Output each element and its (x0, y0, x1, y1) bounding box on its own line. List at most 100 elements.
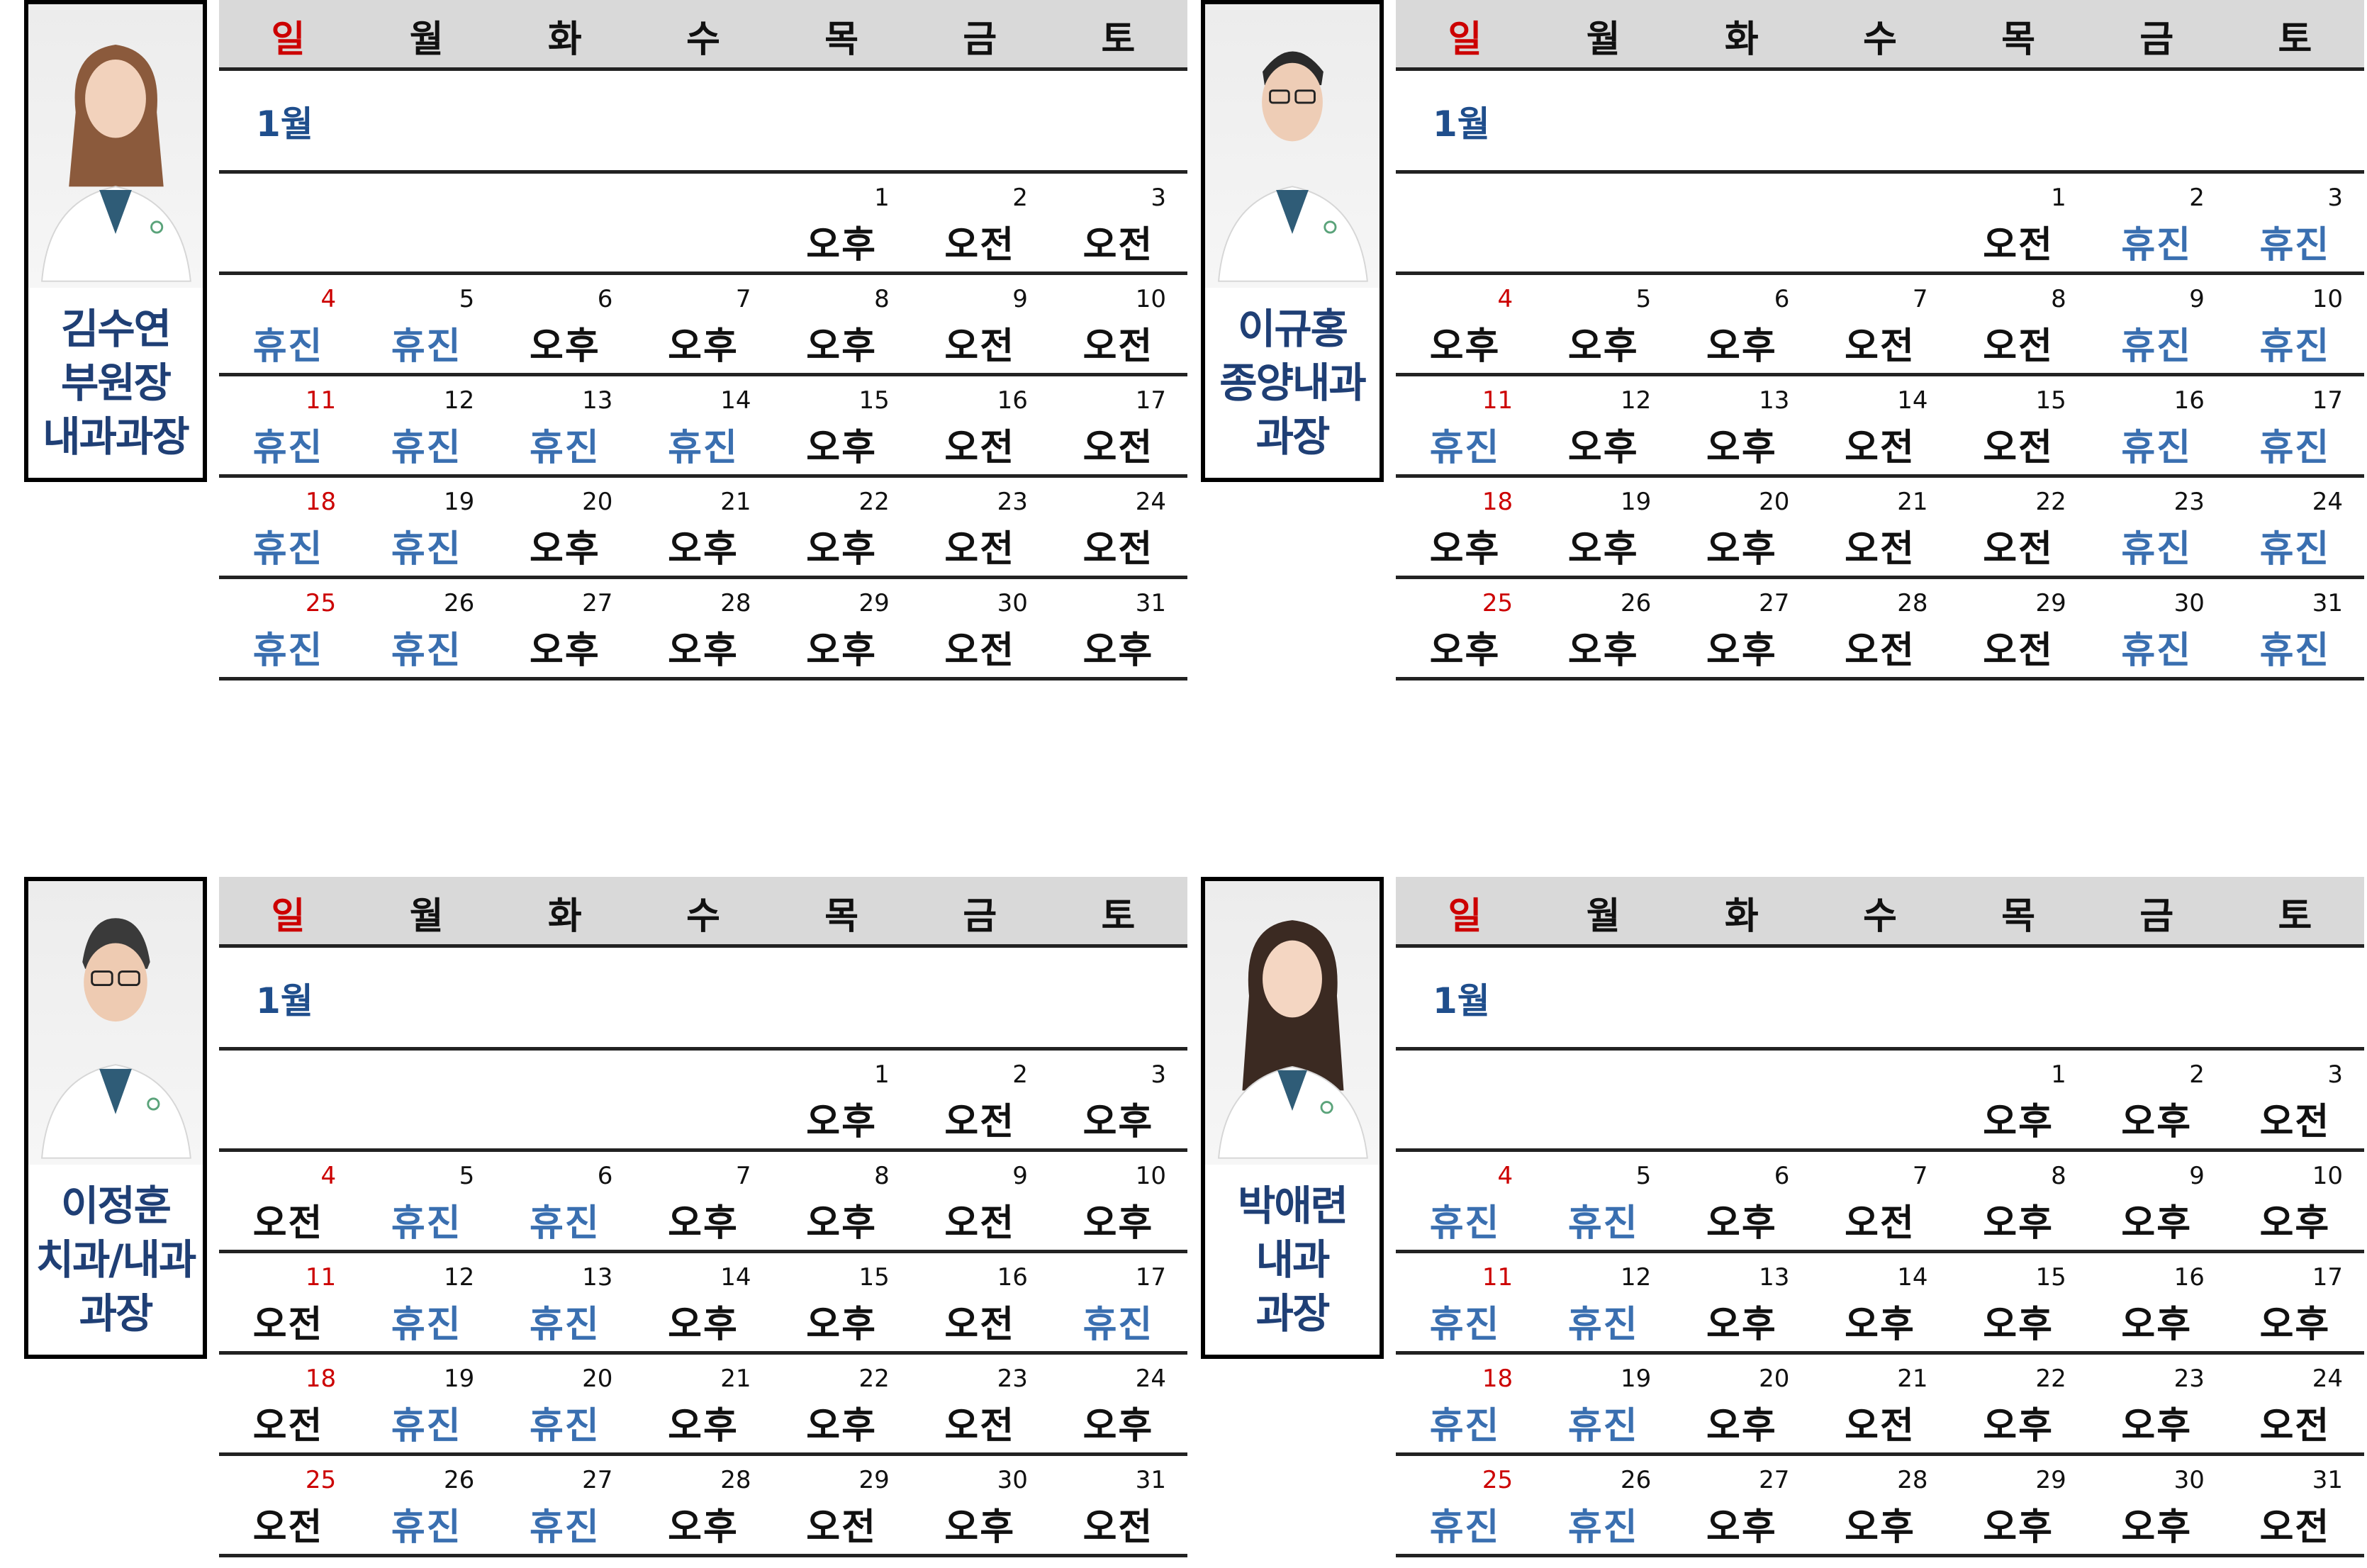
day-cell: 8 오후 (1949, 1152, 2088, 1250)
shift-label: 휴진 (1082, 1304, 1154, 1346)
day-number: 21 (1897, 1365, 1928, 1393)
day-cell: 16 오전 (911, 376, 1049, 474)
day-cell: 8 오후 (773, 275, 911, 373)
doctor-schedule-2: 이규홍 종양내과 과장 일 월 화 수 목 금 토 1월 1 오전 2 휴진 3 휴진 4 오… (1177, 0, 2364, 691)
day-cell (1534, 174, 1672, 271)
day-cell (1811, 1051, 1949, 1148)
shift-label: 휴진 (391, 325, 462, 368)
day-cell: 22 오후 (773, 478, 911, 576)
weekday-mon: 월 (409, 895, 444, 938)
shift-label: 휴진 (2121, 629, 2193, 672)
weekday-header: 일 월 화 수 목 금 토 (219, 0, 1187, 71)
day-number: 24 (2312, 488, 2343, 516)
day-cell: 26 휴진 (357, 579, 496, 677)
day-cell: 7 오후 (634, 1152, 772, 1250)
day-cell: 27 휴진 (496, 1456, 634, 1554)
day-cell: 24 휴진 (2226, 478, 2364, 576)
shift-label: 휴진 (1429, 1202, 1501, 1245)
day-cell: 31 휴진 (2226, 579, 2364, 677)
day-cell: 7 오전 (1811, 275, 1949, 373)
shift-label: 오후 (806, 1202, 877, 1245)
schedule-calendar: 일 월 화 수 목 금 토 1월 1 오후 2 오전 3 오후 4 오전 5 휴진 6 휴진 7 오후 8 오… (219, 877, 1187, 1557)
weekday-header: 일 월 화 수 목 금 토 (1396, 0, 2364, 71)
day-number: 16 (2173, 1263, 2205, 1292)
day-cell: 16 오후 (2088, 1253, 2226, 1351)
day-cell: 18 오후 (1396, 478, 1534, 576)
day-cell: 28 오후 (634, 1456, 772, 1554)
shift-label: 휴진 (2121, 224, 2193, 267)
day-cell: 16 휴진 (2088, 376, 2226, 474)
day-number: 25 (305, 1466, 337, 1494)
day-cell (1811, 174, 1949, 271)
day-cell: 2 휴진 (2088, 174, 2226, 271)
shift-label: 오후 (806, 1101, 877, 1143)
day-cell: 10 오후 (1049, 1152, 1187, 1250)
shift-label: 오후 (668, 1202, 739, 1245)
weekday-fri: 금 (963, 895, 997, 938)
day-cell: 23 오전 (911, 1355, 1049, 1452)
weekday-sun: 일 (1448, 895, 1482, 938)
day-number: 1 (874, 1060, 890, 1089)
day-cell: 2 오전 (911, 1051, 1049, 1148)
shift-label: 오후 (2121, 1101, 2193, 1143)
shift-label: 휴진 (530, 1405, 600, 1447)
shift-label: 휴진 (391, 629, 462, 672)
day-cell: 12 휴진 (1534, 1253, 1672, 1351)
day-number: 6 (597, 285, 613, 313)
day-cell: 6 오후 (1672, 1152, 1811, 1250)
day-number: 3 (2327, 184, 2343, 212)
day-cell: 27 오후 (1672, 1456, 1811, 1554)
shift-label: 오후 (1706, 1405, 1777, 1447)
day-cell: 17 오후 (2226, 1253, 2364, 1351)
day-number: 17 (1135, 1263, 1166, 1292)
shift-label: 오후 (668, 1405, 739, 1447)
day-cell (357, 174, 496, 271)
day-number: 30 (997, 1466, 1028, 1494)
shift-label: 오전 (1082, 427, 1154, 469)
day-number: 31 (1135, 1466, 1166, 1494)
shift-label: 오전 (1845, 427, 1915, 469)
day-number: 25 (1482, 1466, 1513, 1494)
day-number: 13 (1759, 386, 1790, 415)
day-cell: 13 휴진 (496, 376, 634, 474)
day-cell: 19 휴진 (1534, 1355, 1672, 1452)
day-cell: 4 오전 (219, 1152, 357, 1250)
shift-label: 오후 (668, 528, 739, 571)
day-number: 16 (2173, 386, 2205, 415)
day-cell: 3 오전 (2226, 1051, 2364, 1148)
shift-label: 오전 (252, 1506, 324, 1549)
weekday-header: 일 월 화 수 목 금 토 (1396, 877, 2364, 948)
week-row: 4 오전 5 휴진 6 휴진 7 오후 8 오후 9 오전 10 오후 (219, 1152, 1187, 1253)
shift-label: 오후 (806, 629, 877, 672)
shift-label: 휴진 (391, 528, 462, 571)
shift-label: 휴진 (1567, 1506, 1639, 1549)
day-cell: 28 오후 (1811, 1456, 1949, 1554)
day-cell: 24 오전 (2226, 1355, 2364, 1452)
shift-label: 오전 (1845, 1405, 1915, 1447)
day-number: 5 (459, 1162, 475, 1190)
day-number: 10 (2312, 285, 2343, 313)
doctor-photo (1205, 4, 1380, 288)
day-cell: 5 휴진 (1534, 1152, 1672, 1250)
day-cell: 26 휴진 (1534, 1456, 1672, 1554)
day-cell: 29 오후 (1949, 1456, 2088, 1554)
shift-label: 오전 (1845, 1202, 1915, 1245)
day-cell: 11 휴진 (1396, 376, 1534, 474)
day-number: 11 (305, 1263, 337, 1292)
shift-label: 오전 (252, 1304, 324, 1346)
shift-label: 휴진 (530, 1506, 600, 1549)
weekday-sun: 일 (271, 18, 306, 61)
shift-label: 휴진 (252, 629, 324, 672)
shift-label: 오후 (1706, 427, 1777, 469)
day-cell: 14 오전 (1811, 376, 1949, 474)
day-cell: 20 오후 (496, 478, 634, 576)
day-number: 7 (1912, 285, 1928, 313)
doctor-profile: 김수연 부원장 내과과장 (24, 0, 207, 482)
day-cell: 21 오전 (1811, 1355, 1949, 1452)
day-cell: 15 오전 (1949, 376, 2088, 474)
day-cell: 25 오후 (1396, 579, 1534, 677)
weekday-wed: 수 (686, 18, 720, 61)
day-cell: 28 오후 (634, 579, 772, 677)
day-number: 24 (1135, 1365, 1166, 1393)
shift-label: 오후 (2121, 1304, 2193, 1346)
